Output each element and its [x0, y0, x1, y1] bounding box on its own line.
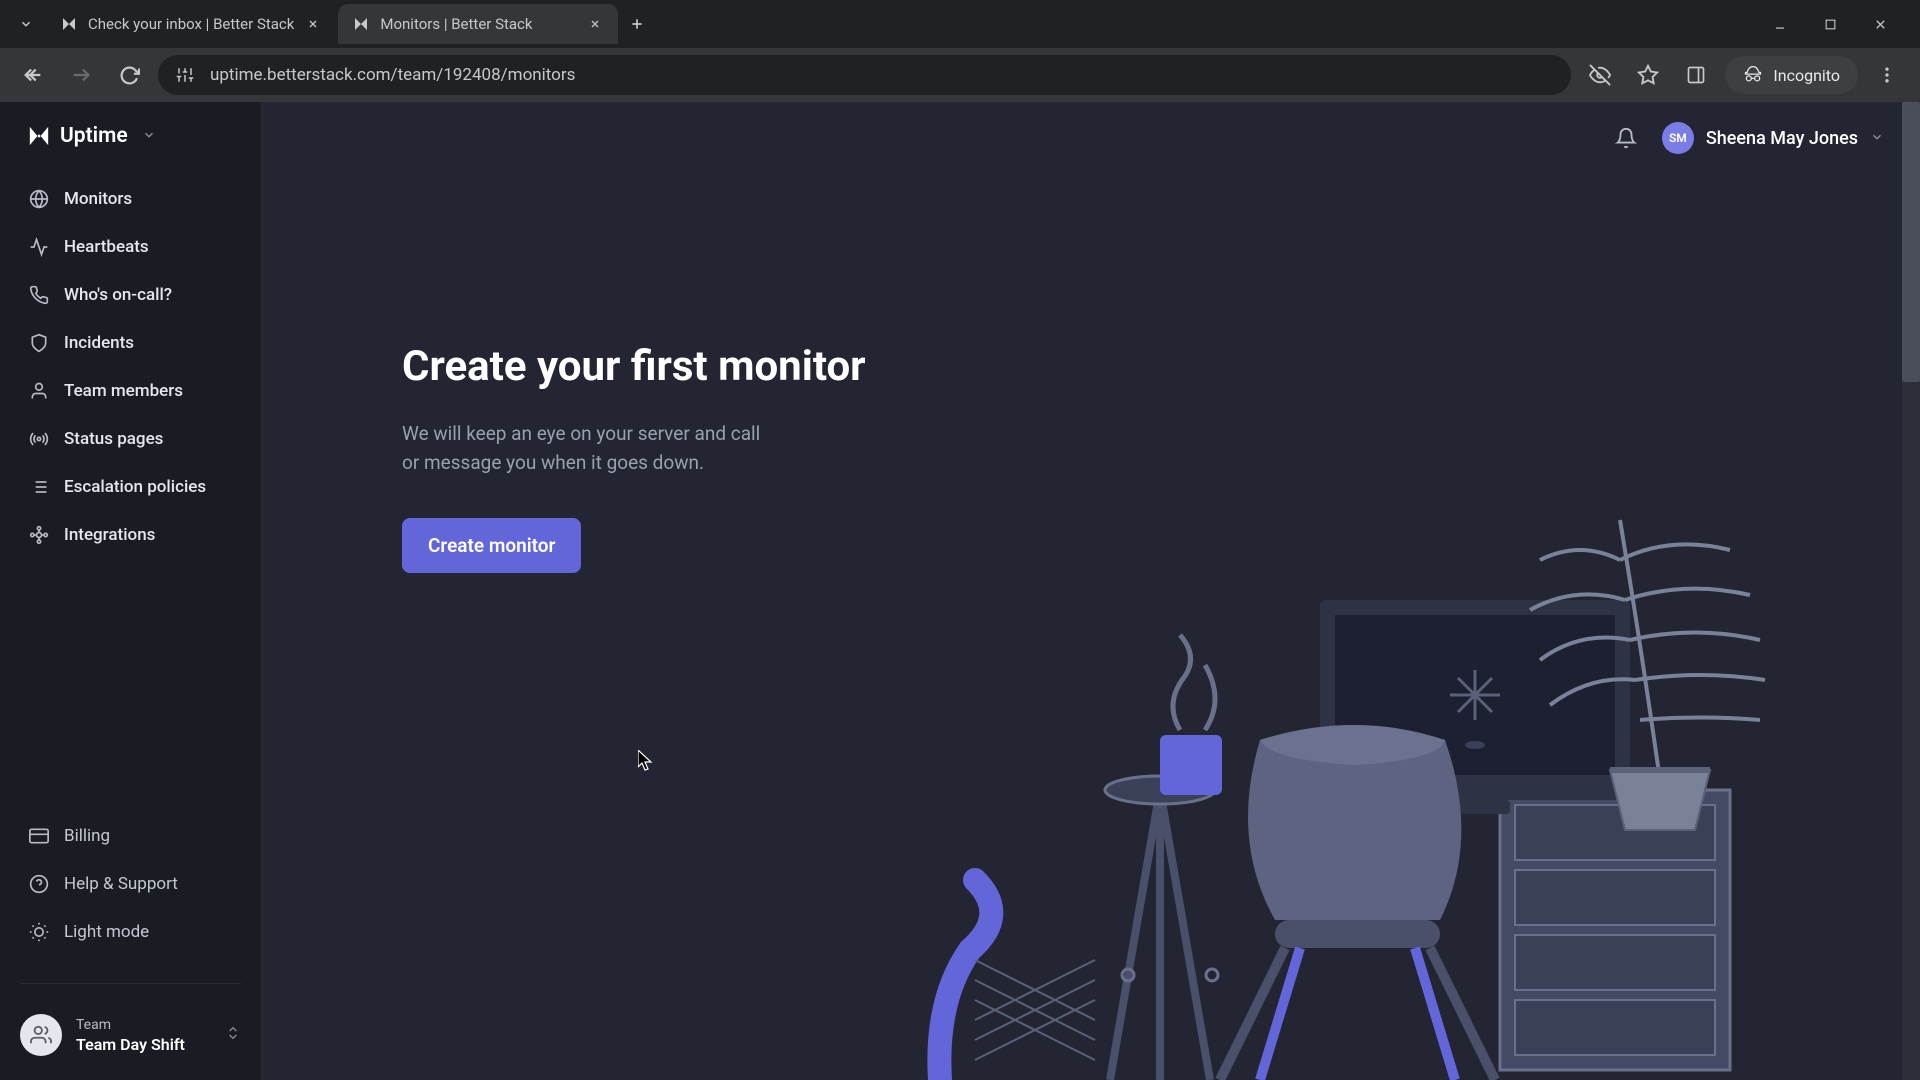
sidebar-item-label: Who's on-call? [64, 285, 172, 305]
tab-search-dropdown[interactable] [8, 6, 44, 42]
tab-monitors[interactable]: Monitors | Better Stack [338, 4, 618, 44]
close-icon[interactable] [304, 15, 322, 33]
url-text: uptime.betterstack.com/team/192408/monit… [210, 65, 575, 85]
chevrons-icon [225, 1025, 241, 1045]
team-name: Team Day Shift [76, 1035, 211, 1054]
uptime-logo-icon [28, 125, 50, 147]
shield-icon [28, 332, 50, 354]
sidebar-item-label: Incidents [64, 333, 134, 353]
incognito-icon [1743, 65, 1763, 85]
team-avatar-icon [20, 1014, 62, 1056]
sidebar-item-escalation[interactable]: Escalation policies [12, 464, 249, 510]
favicon-icon [60, 15, 78, 33]
sun-icon [28, 921, 50, 943]
favicon-icon [352, 15, 370, 33]
tab-title: Monitors | Better Stack [380, 15, 576, 33]
close-icon[interactable] [586, 15, 604, 33]
address-bar: uptime.betterstack.com/team/192408/monit… [0, 48, 1920, 102]
sidebar-item-label: Status pages [64, 429, 163, 449]
avatar: SM [1662, 122, 1694, 154]
url-box[interactable]: uptime.betterstack.com/team/192408/monit… [158, 55, 1571, 95]
app: Uptime Monitors Heartbeats Who's on-call… [0, 102, 1920, 1080]
sidebar-nav: Monitors Heartbeats Who's on-call? Incid… [0, 176, 261, 558]
incognito-label: Incognito [1773, 66, 1840, 85]
scrollbar[interactable] [1902, 102, 1920, 1080]
forward-button[interactable] [62, 56, 100, 94]
back-button[interactable] [14, 56, 52, 94]
sidebar-item-label: Integrations [64, 525, 155, 545]
user-icon [28, 380, 50, 402]
card-icon [28, 825, 50, 847]
chevron-down-icon [1870, 128, 1884, 149]
sidebar-item-lightmode[interactable]: Light mode [12, 909, 249, 955]
page-subtitle: We will keep an eye on your server and c… [402, 419, 772, 478]
team-info: Team Team Day Shift [76, 1017, 211, 1054]
scrollbar-thumb[interactable] [1902, 102, 1920, 382]
chevron-down-icon [142, 127, 156, 146]
sidebar-item-integrations[interactable]: Integrations [12, 512, 249, 558]
user-menu[interactable]: SM Sheena May Jones [1662, 122, 1884, 154]
activity-icon [28, 236, 50, 258]
hero-illustration [880, 360, 1860, 1080]
tab-title: Check your inbox | Better Stack [88, 15, 294, 33]
browser-menu-icon[interactable] [1868, 56, 1906, 94]
brand-name: Uptime [60, 124, 128, 148]
list-icon [28, 476, 50, 498]
broadcast-icon [28, 428, 50, 450]
hero: Create your first monitor We will keep a… [402, 342, 866, 573]
divider [20, 983, 241, 984]
reload-button[interactable] [110, 56, 148, 94]
create-monitor-button[interactable]: Create monitor [402, 518, 581, 573]
browser-chrome: Check your inbox | Better Stack Monitors… [0, 0, 1920, 102]
sidebar-item-team[interactable]: Team members [12, 368, 249, 414]
help-icon [28, 873, 50, 895]
tab-inbox[interactable]: Check your inbox | Better Stack [46, 4, 336, 44]
address-bar-right: Incognito [1581, 56, 1906, 94]
sidebar-item-label: Help & Support [64, 874, 178, 894]
sidebar-item-billing[interactable]: Billing [12, 813, 249, 859]
window-controls [1766, 10, 1912, 38]
sidebar-bottom: Billing Help & Support Light mode [0, 813, 261, 969]
phone-icon [28, 284, 50, 306]
sidebar-item-label: Monitors [64, 189, 132, 209]
sidebar-item-label: Team members [64, 381, 183, 401]
team-switcher[interactable]: Team Team Day Shift [0, 998, 261, 1080]
side-panel-icon[interactable] [1677, 56, 1715, 94]
sidebar-item-label: Light mode [64, 922, 149, 942]
incognito-badge[interactable]: Incognito [1725, 56, 1858, 94]
sidebar-item-help[interactable]: Help & Support [12, 861, 249, 907]
site-info-icon[interactable] [174, 64, 196, 86]
team-label: Team [76, 1017, 211, 1033]
page-title: Create your first monitor [402, 342, 866, 391]
bookmark-star-icon[interactable] [1629, 56, 1667, 94]
plug-icon [28, 524, 50, 546]
sidebar-item-incidents[interactable]: Incidents [12, 320, 249, 366]
main-content: SM Sheena May Jones Create your first mo… [262, 102, 1920, 1080]
sidebar-item-statuspages[interactable]: Status pages [12, 416, 249, 462]
tab-bar: Check your inbox | Better Stack Monitors… [0, 0, 1920, 48]
sidebar-item-heartbeats[interactable]: Heartbeats [12, 224, 249, 270]
globe-icon [28, 188, 50, 210]
notifications-button[interactable] [1614, 126, 1638, 150]
minimize-button[interactable] [1766, 10, 1794, 38]
user-name: Sheena May Jones [1706, 128, 1858, 149]
sidebar: Uptime Monitors Heartbeats Who's on-call… [0, 102, 262, 1080]
topbar: SM Sheena May Jones [262, 102, 1920, 174]
close-window-button[interactable] [1866, 10, 1894, 38]
sidebar-item-monitors[interactable]: Monitors [12, 176, 249, 222]
sidebar-item-label: Escalation policies [64, 477, 206, 497]
sidebar-item-oncall[interactable]: Who's on-call? [12, 272, 249, 318]
mouse-cursor [638, 750, 654, 772]
sidebar-item-label: Billing [64, 826, 110, 846]
sidebar-item-label: Heartbeats [64, 237, 149, 257]
new-tab-button[interactable] [620, 7, 654, 41]
maximize-button[interactable] [1816, 10, 1844, 38]
brand-switcher[interactable]: Uptime [0, 124, 261, 176]
eye-off-icon[interactable] [1581, 56, 1619, 94]
